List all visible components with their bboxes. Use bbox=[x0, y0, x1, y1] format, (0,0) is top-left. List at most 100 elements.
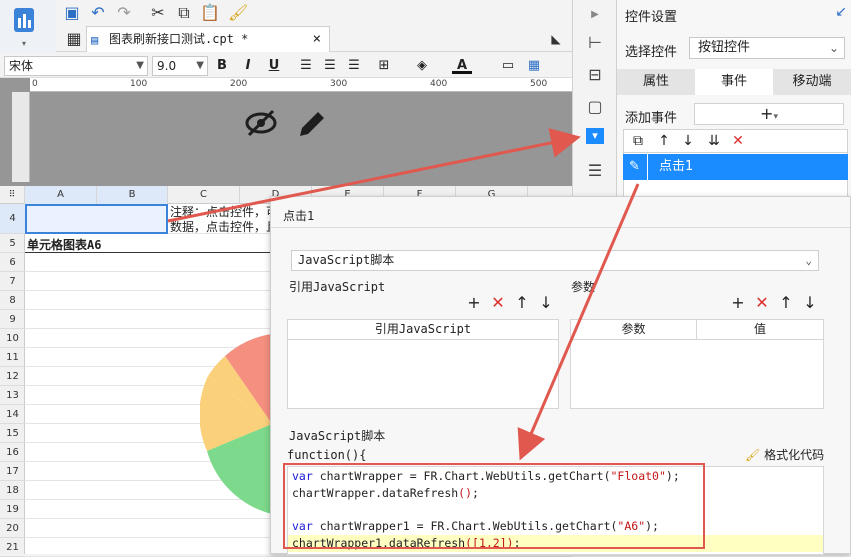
table-style-icon[interactable]: ▦ bbox=[524, 56, 544, 76]
move-bottom-icon[interactable]: ⇊ bbox=[705, 132, 723, 150]
row-header[interactable]: 10 bbox=[0, 329, 25, 348]
font-size-select[interactable]: 9.0 ▼ bbox=[152, 56, 208, 76]
fill-color-icon[interactable]: ◈ bbox=[412, 56, 432, 76]
select-all-corner[interactable]: ⠿ bbox=[0, 186, 25, 204]
italic-button[interactable]: I bbox=[238, 56, 258, 76]
row-header[interactable]: 11 bbox=[0, 348, 25, 367]
delete-param-icon[interactable]: ✕ bbox=[753, 294, 771, 312]
redo-icon[interactable]: ↷ bbox=[114, 3, 134, 23]
row-header[interactable]: 18 bbox=[0, 481, 25, 500]
add-event-button[interactable]: +▾ bbox=[694, 103, 844, 125]
row-header[interactable]: 16 bbox=[0, 443, 25, 462]
copy-icon[interactable]: ⧉ bbox=[629, 132, 647, 150]
tab-mobile[interactable]: 移动端 bbox=[773, 69, 851, 95]
format-painter-icon[interactable]: 🖌 bbox=[228, 3, 248, 23]
align-center-icon[interactable]: ☰ bbox=[320, 56, 340, 76]
paste-icon[interactable]: 📋 bbox=[200, 3, 220, 23]
ruler-tick: 400 bbox=[430, 79, 448, 89]
form-preview-area bbox=[0, 78, 572, 186]
row-header[interactable]: 15 bbox=[0, 424, 25, 443]
add-event-label: 添加事件 bbox=[625, 111, 678, 126]
params-table[interactable]: 参数 值 bbox=[570, 319, 824, 409]
move-down-icon[interactable]: ↓ bbox=[679, 132, 697, 150]
tab-menu-icon[interactable]: ◣ bbox=[546, 29, 566, 49]
font-color-button[interactable]: A bbox=[452, 56, 472, 74]
code-highlight-box bbox=[283, 463, 705, 549]
cell-c4-note[interactable]: 注释：点击控件，可 数据，点击控件，且 bbox=[170, 205, 270, 235]
undo-icon[interactable]: ↶ bbox=[88, 3, 108, 23]
cell-a5[interactable]: 单元格图表A6 bbox=[27, 236, 101, 253]
move-down-icon[interactable]: ↓ bbox=[801, 294, 819, 312]
cut-icon[interactable]: ✂ bbox=[148, 3, 168, 23]
row-header[interactable]: 5 bbox=[0, 234, 25, 253]
table-grid-icon[interactable]: ▦ bbox=[64, 29, 84, 49]
chevron-down-icon: ⌄ bbox=[828, 41, 839, 55]
main-toolbar: ▣ ↶ ↷ ✂ ⧉ 📋 🖌 bbox=[56, 0, 572, 26]
ruler-tick: 200 bbox=[230, 79, 248, 89]
align-right-icon[interactable]: ☰ bbox=[344, 56, 364, 76]
row-header[interactable]: 6 bbox=[0, 253, 25, 272]
ruler-tick: 100 bbox=[130, 79, 148, 89]
edit-pencil-icon[interactable] bbox=[296, 108, 328, 146]
move-up-icon[interactable]: ↑ bbox=[777, 294, 795, 312]
close-tab-icon[interactable]: × bbox=[313, 27, 321, 51]
column-header[interactable]: A bbox=[25, 186, 97, 204]
font-family-value: 宋体 bbox=[9, 59, 34, 73]
delete-ref-icon[interactable]: ✕ bbox=[489, 294, 507, 312]
report-logo-icon: ▾ bbox=[14, 8, 34, 48]
row-header[interactable]: 13 bbox=[0, 386, 25, 405]
widget-select[interactable]: 按钮控件 ⌄ bbox=[689, 37, 845, 59]
merge-cells-icon[interactable]: ▭ bbox=[498, 56, 518, 76]
row-header[interactable]: 14 bbox=[0, 405, 25, 424]
row-header[interactable]: 9 bbox=[0, 310, 25, 329]
move-down-icon[interactable]: ↓ bbox=[537, 294, 555, 312]
row-header[interactable]: 4 bbox=[0, 204, 25, 234]
tab-properties[interactable]: 属性 bbox=[617, 69, 695, 95]
stack-icon[interactable]: ☰ bbox=[584, 160, 606, 182]
row-header[interactable]: 12 bbox=[0, 367, 25, 386]
file-tab[interactable]: ▤ 图表刷新接口测试.cpt * × bbox=[86, 26, 330, 52]
format-code-button[interactable]: 🖌 格式化代码 bbox=[745, 446, 824, 463]
vertical-ruler bbox=[12, 92, 30, 182]
row-header[interactable]: 8 bbox=[0, 291, 25, 310]
selected-cell-a4[interactable] bbox=[25, 204, 168, 234]
add-param-icon[interactable]: + bbox=[729, 294, 747, 312]
event-type-select[interactable]: JavaScript脚本 ⌄ bbox=[291, 250, 819, 271]
layout-icon[interactable]: ⊢ bbox=[584, 32, 606, 54]
underline-button[interactable]: U bbox=[264, 56, 284, 76]
delete-icon[interactable]: ✕ bbox=[729, 132, 747, 150]
collapse-arrow-icon[interactable]: ▶ bbox=[584, 4, 606, 26]
row-header[interactable]: 19 bbox=[0, 500, 25, 519]
event-item[interactable]: ✎ 点击1 bbox=[623, 154, 848, 180]
panel-title: 控件设置 bbox=[625, 10, 678, 25]
bold-button[interactable]: B bbox=[212, 56, 232, 76]
format-toolbar: 宋体 ▼ 9.0 ▼ B I U ☰ ☰ ☰ ⊞ ◈ A ▭ ▦ bbox=[0, 54, 572, 78]
add-ref-icon[interactable]: + bbox=[465, 294, 483, 312]
expand-arrow-icon[interactable]: ↙ bbox=[835, 4, 847, 20]
row-header[interactable]: 20 bbox=[0, 519, 25, 538]
move-up-icon[interactable]: ↑ bbox=[655, 132, 673, 150]
ref-js-table[interactable]: 引用JavaScript bbox=[287, 319, 559, 409]
font-family-select[interactable]: 宋体 ▼ bbox=[4, 56, 148, 76]
row-header[interactable]: 21 bbox=[0, 538, 25, 557]
frame-icon[interactable]: ▢ bbox=[584, 96, 606, 118]
param-col-header: 参数 bbox=[571, 320, 697, 340]
button-widget-icon[interactable]: ▾ bbox=[586, 128, 604, 144]
move-up-icon[interactable]: ↑ bbox=[513, 294, 531, 312]
column-header[interactable]: B bbox=[97, 186, 168, 204]
file-tab-label: 图表刷新接口测试.cpt * bbox=[109, 32, 249, 46]
save-icon[interactable]: ▣ bbox=[62, 3, 82, 23]
border-icon[interactable]: ⊞ bbox=[374, 56, 394, 76]
widget-list-icon[interactable]: ⊟ bbox=[584, 64, 606, 86]
eye-off-icon[interactable] bbox=[244, 108, 278, 146]
row-header[interactable]: 17 bbox=[0, 462, 25, 481]
app-logo[interactable]: ▾ bbox=[0, 0, 56, 54]
ruler-tick: 300 bbox=[330, 79, 348, 89]
column-header[interactable]: C bbox=[168, 186, 240, 204]
align-left-icon[interactable]: ☰ bbox=[296, 56, 316, 76]
row-header[interactable]: 7 bbox=[0, 272, 25, 291]
tab-events[interactable]: 事件 bbox=[695, 69, 773, 95]
pie-chart-preview[interactable] bbox=[200, 316, 275, 536]
event-type-value: JavaScript脚本 bbox=[298, 253, 395, 267]
copy-icon[interactable]: ⧉ bbox=[174, 3, 194, 23]
